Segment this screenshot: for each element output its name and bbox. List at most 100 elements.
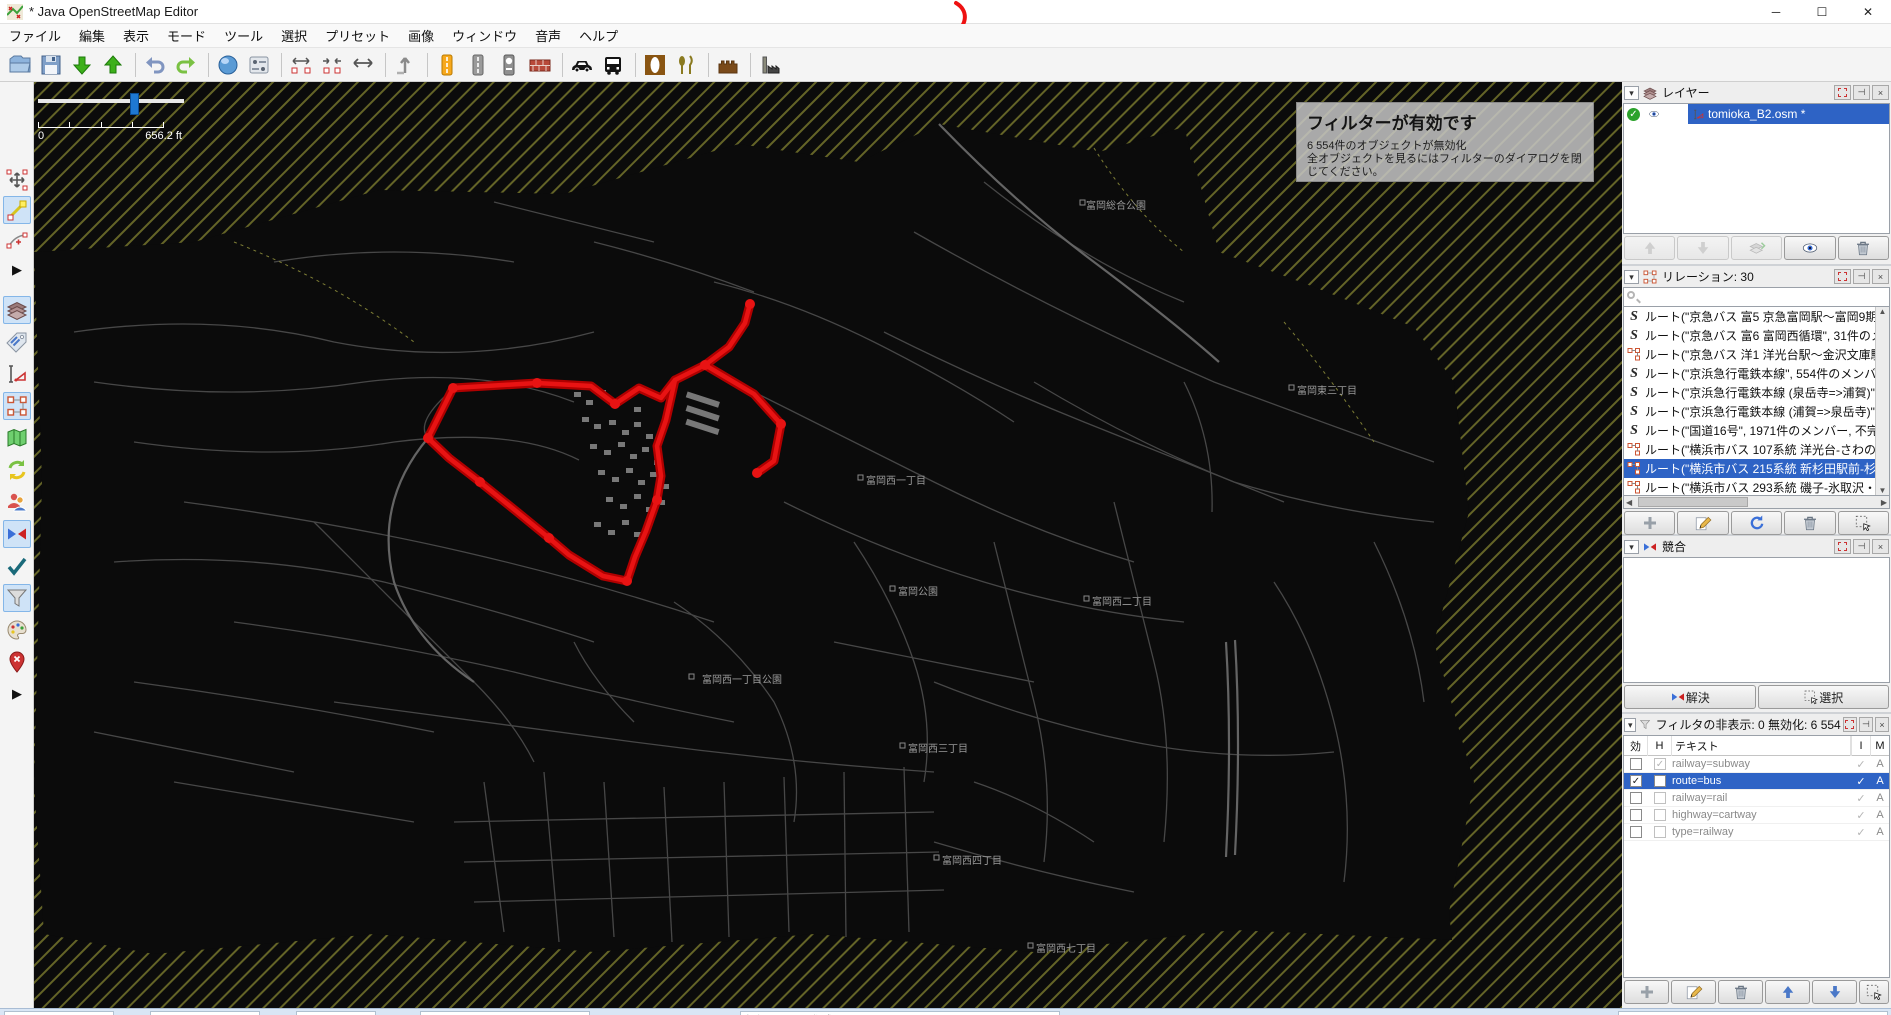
menu-help[interactable]: ヘルプ [570,23,627,48]
search-icon[interactable] [214,51,242,79]
preset-car-icon[interactable] [568,51,596,79]
merge-layers-icon[interactable] [1730,236,1783,260]
filter-hiding-checkbox[interactable] [1654,792,1666,804]
relations-vertical-scrollbar[interactable]: ▲ ▼ [1875,307,1889,495]
filter-enabled-checkbox[interactable] [1630,809,1642,821]
move-layer-up-icon[interactable] [1624,236,1676,260]
float-panel-icon[interactable] [1834,269,1851,284]
relation-item-selected[interactable]: ルート("横浜市バス 215系統 新杉田駅前-杉田 [1624,459,1875,478]
raise-node-icon[interactable] [391,51,419,79]
layers-panel-icon[interactable] [3,296,31,324]
preset-restaurant-icon[interactable] [641,51,669,79]
download-members-icon[interactable] [1730,511,1783,535]
preset-crossing-icon[interactable] [495,51,523,79]
resolve-conflict-button[interactable]: 解決 [1624,685,1756,709]
changeset-panel-icon[interactable] [3,456,31,484]
relation-item[interactable]: S ルート("国道16号", 1971件のメンバー, 不完全) [1624,421,1875,440]
relation-item[interactable]: ルート("京急バス 洋1 洋光台駅～金沢文庫駅 [1624,345,1875,364]
layer-opacity-icon[interactable] [1784,236,1836,260]
preferences-icon[interactable] [245,51,273,79]
merge-nodes-icon[interactable] [318,51,346,79]
relation-item[interactable]: S ルート("京急バス 富5 京急富岡駅～富岡9期ニ [1624,307,1875,326]
add-filter-icon[interactable] [1624,980,1669,1004]
collapse-icon[interactable]: ▾ [1624,85,1639,100]
delete-layer-icon[interactable] [1837,236,1890,260]
filter-row[interactable]: highway=cartway ✓ A [1624,807,1889,824]
select-relation-icon[interactable] [1837,511,1890,535]
close-panel-icon[interactable]: × [1872,85,1889,100]
notes-panel-icon[interactable] [3,648,31,676]
mapstyle-panel-icon[interactable] [3,616,31,644]
filter-enabled-checkbox[interactable] [1630,758,1642,770]
dock-panel-icon[interactable]: ⊣ [1858,717,1873,732]
filter-row[interactable]: railway=rail ✓ A [1624,790,1889,807]
float-panel-icon[interactable] [1834,85,1851,100]
close-panel-icon[interactable]: × [1872,539,1889,554]
conflicts-panel-icon[interactable] [3,520,31,548]
relations-panel-icon[interactable] [3,392,31,420]
expand-panels-icon[interactable]: ▶ [3,680,31,708]
minimap-panel-icon[interactable] [3,424,31,452]
validator-panel-icon[interactable] [3,552,31,580]
move-layer-down-icon[interactable] [1677,236,1729,260]
move-tool-icon[interactable] [3,166,31,194]
layer-name[interactable]: tomioka_B2.osm * [1688,104,1889,124]
menu-tools[interactable]: ツール [215,23,272,48]
menu-presets[interactable]: プリセット [316,23,399,48]
menu-audio[interactable]: 音声 [526,23,570,48]
close-panel-icon[interactable]: × [1874,717,1889,732]
menu-edit[interactable]: 編集 [70,23,114,48]
collapse-icon[interactable]: ▾ [1624,539,1639,554]
combine-ways-icon[interactable] [287,51,315,79]
tags-panel-icon[interactable] [3,328,31,356]
move-filter-up-icon[interactable] [1765,980,1810,1004]
menu-windows[interactable]: ウィンドウ [443,23,526,48]
minimize-icon[interactable]: ─ [1753,0,1799,24]
filter-row-selected[interactable]: ✓ route=bus ✓ A [1624,773,1889,790]
collapse-icon[interactable]: ▾ [1624,717,1637,732]
preset-factory-icon[interactable] [756,51,784,79]
preset-bus-icon[interactable] [599,51,627,79]
close-icon[interactable]: ✕ [1845,0,1891,24]
relation-item[interactable]: S ルート("京浜急行電鉄本線 (浦賀=>泉岳寺)", [1624,402,1875,421]
relation-item[interactable]: S ルート("京浜急行電鉄本線", 554件のメンバー, [1624,364,1875,383]
edit-relation-icon[interactable] [1677,511,1729,535]
maximize-icon[interactable]: ☐ [1799,0,1845,24]
sort-filters-icon[interactable] [1859,980,1889,1004]
dock-panel-icon[interactable]: ⊣ [1853,539,1870,554]
layer-row[interactable]: ✓ tomioka_B2.osm * [1624,104,1889,124]
dock-panel-icon[interactable]: ⊣ [1853,269,1870,284]
dock-panel-icon[interactable]: ⊣ [1853,85,1870,100]
preset-motorway-icon[interactable] [433,51,461,79]
menu-view[interactable]: 表示 [114,23,158,48]
move-filter-down-icon[interactable] [1812,980,1857,1004]
float-panel-icon[interactable] [1834,539,1851,554]
menu-mode[interactable]: モード [158,23,215,48]
map-canvas[interactable]: 富岡総合公園 富岡東三丁目 富岡西一丁目 富岡公園 富岡西二丁目 富岡西一丁目公… [34,82,1622,1008]
new-relation-icon[interactable] [1624,511,1676,535]
filter-hiding-checkbox[interactable] [1654,826,1666,838]
menu-file[interactable]: ファイル [0,23,70,48]
filter-panel-icon[interactable] [3,584,31,612]
delete-filter-icon[interactable] [1718,980,1763,1004]
measurement-panel-icon[interactable] [3,360,31,388]
relation-item[interactable]: ルート("横浜市バス 107系統 洋光台-さわの里小 [1624,440,1875,459]
filter-enabled-checkbox[interactable]: ✓ [1630,775,1642,787]
filter-hiding-checkbox[interactable] [1654,775,1666,787]
preset-castle-icon[interactable] [714,51,742,79]
improve-way-tool-icon[interactable] [3,226,31,254]
close-panel-icon[interactable]: × [1872,269,1889,284]
preset-cutlery-icon[interactable] [672,51,700,79]
delete-relation-icon[interactable] [1784,511,1836,535]
scrollbar-thumb[interactable] [1638,497,1748,507]
relation-item[interactable]: S ルート("京急バス 富6 富岡西循環", 31件のメン [1624,326,1875,345]
redo-icon[interactable] [172,51,200,79]
download-data-icon[interactable] [68,51,96,79]
save-icon[interactable] [37,51,65,79]
zoom-slider[interactable] [38,93,184,115]
filter-row[interactable]: type=railway ✓ A [1624,824,1889,841]
draw-node-tool-icon[interactable] [3,196,31,224]
unglue-ways-icon[interactable] [349,51,377,79]
relation-search-input[interactable] [1623,287,1890,306]
authors-panel-icon[interactable] [3,488,31,516]
